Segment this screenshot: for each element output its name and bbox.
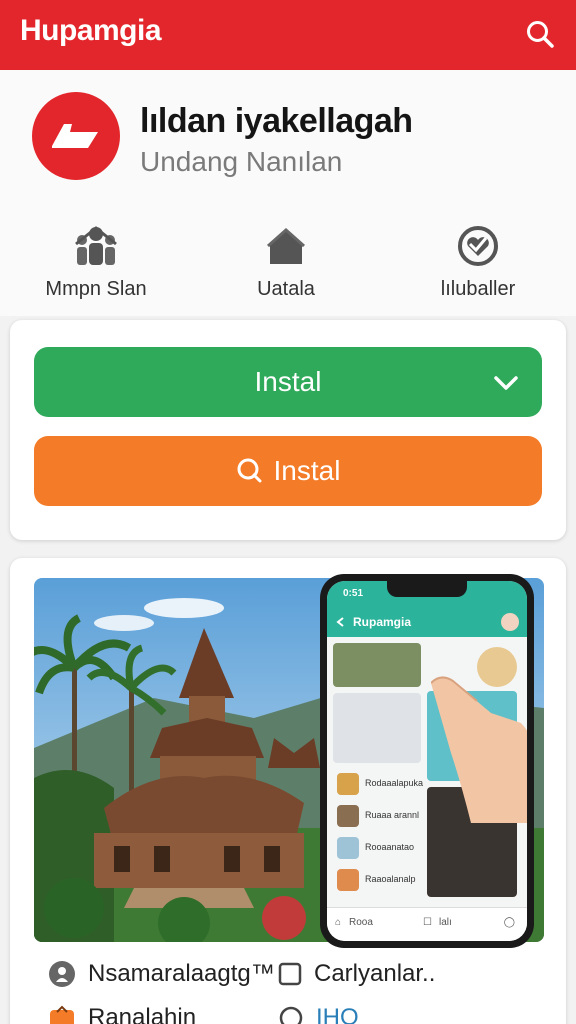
phone-image-tile [333,643,421,687]
back-arrow-icon [336,617,344,627]
install-card: Instal Instal [10,320,566,540]
list-thumb [337,837,359,859]
checkbox-icon: ☐ [423,917,432,928]
list-thumb [337,805,359,827]
meta-label-4: IHO [316,1004,359,1024]
list-item[interactable]: Ruaaa arannl [337,803,421,831]
phone-notch [387,581,467,597]
list-item-label: Rooaanatao [365,842,415,852]
phone-status-time: 0:51 [343,588,364,599]
bag-icon [50,1005,74,1024]
search-button[interactable] [518,12,562,56]
meta-item-3[interactable]: Ranalahin [48,1004,196,1024]
phone-nav-label-1[interactable]: Rooa [349,917,373,928]
meta-label-1: Nsamaralaagtg™ [88,960,275,987]
feature-label-3: lıluballer [440,278,516,300]
folder-icon [52,124,98,148]
feature-item-1[interactable]: Mmpn Slan [6,222,186,301]
media-card: 0:51 Rupamgia Rodaaalapuka Ruaaa arannl … [10,558,566,1024]
list-thumb [337,773,359,795]
brand-title[interactable]: Hupamgia [20,14,162,48]
phone-bottom-nav: ⌂ Rooa ☐ lalı ◯ [327,907,527,941]
phone-nav-label-2[interactable]: lalı [439,917,452,928]
phone-app-header: Rupamgia [327,607,527,637]
home-icon: ⌂ [335,917,342,928]
checkbox-icon [278,962,302,986]
people-icon [75,226,117,265]
feature-item-3[interactable]: lıluballer [388,222,568,301]
top-app-bar: Hupamgia [0,0,576,70]
location-icon [49,961,75,987]
feature-item-2[interactable]: Uatala [196,222,376,301]
app-subtitle: Undang Nanılan [140,146,343,177]
hand-illustration [430,673,527,823]
install-primary-label: Instal [254,366,322,397]
install-button-primary[interactable]: Instal [34,347,542,417]
search-icon [237,458,262,483]
feature-label-2: Uatala [257,278,315,300]
install-secondary-label: Instal [273,455,341,486]
chevron-down-icon [494,376,518,390]
list-item-label: Ruaaa arannl [365,810,420,820]
list-item-label: Raaoalanalp [365,874,416,884]
phone-app-title: Rupamgia [353,615,412,629]
app-logo [32,92,120,180]
list-item[interactable]: Raaoalanalp [337,867,421,895]
search-icon [527,21,554,48]
meta-label-2: Carlyanlar.. [314,960,436,987]
app-header: lıldan iyakellagah Undang Nanılan Mmpn S… [0,70,576,316]
list-item-label: Rodaaalapuka [365,778,424,788]
home-icon [267,227,305,264]
app-title: lıldan iyakellagah [140,102,413,140]
feature-label-1: Mmpn Slan [45,278,147,300]
install-button-secondary[interactable]: Instal [34,436,542,506]
meta-item-1[interactable]: Nsamaralaagtg™ [48,960,275,988]
phone-screen: 0:51 Rupamgia Rodaaalapuka Ruaaa arannl … [327,581,527,941]
circle-icon [279,1006,303,1024]
circle-icon: ◯ [503,917,515,928]
avatar [501,613,519,631]
phone-image-tile [333,693,421,763]
list-item[interactable]: Rooaanatao [337,835,421,863]
heart-badge-icon [458,226,498,266]
meta-label-3: Ranalahin [88,1004,197,1024]
list-thumb [337,869,359,891]
list-item[interactable]: Rodaaalapuka [337,771,424,799]
meta-item-2[interactable]: Carlyanlar.. [278,960,435,988]
phone-mockup: 0:51 Rupamgia Rodaaalapuka Ruaaa arannl … [320,574,534,948]
meta-item-4[interactable]: IHO [278,1004,359,1024]
